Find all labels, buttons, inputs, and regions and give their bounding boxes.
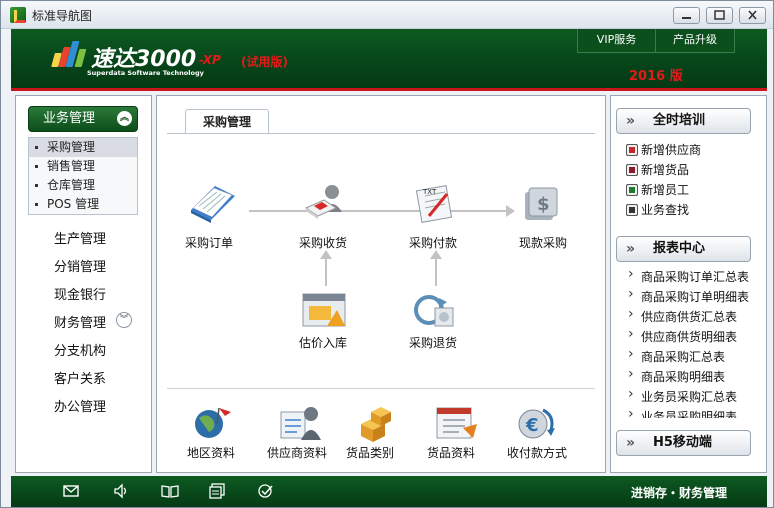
product-upgrade-button[interactable]: 产品升级: [656, 29, 734, 52]
purchase-payment-icon[interactable]: TXT: [411, 182, 457, 223]
minimize-icon: [682, 17, 691, 19]
reports-list: 商品采购订单汇总表 商品采购订单明细表 供应商供货汇总表 供应商供货明细表 商品…: [611, 266, 766, 418]
shortcut-label-goods-data[interactable]: 货品资料: [411, 444, 491, 461]
supplier-data-icon[interactable]: [277, 402, 323, 442]
sidebar-sub-item-warehouse[interactable]: 仓库管理: [29, 176, 137, 195]
flow-arrow-up-2: [430, 250, 442, 286]
report-link[interactable]: 商品采购汇总表: [626, 346, 725, 365]
vip-service-button[interactable]: VIP服务: [578, 29, 656, 52]
flow-label-purchase-return[interactable]: 采购退货: [393, 334, 473, 351]
title-bar: 标准导航图: [1, 1, 773, 29]
link-add-supplier[interactable]: 新增供应商: [626, 141, 701, 158]
mail-icon[interactable]: [63, 483, 79, 499]
header-button-group: VIP服务 产品升级: [577, 29, 735, 53]
report-link[interactable]: 商品采购订单汇总表: [626, 266, 749, 285]
speaker-icon[interactable]: [113, 483, 129, 499]
sidebar-item-finance[interactable]: 财务管理: [54, 312, 106, 331]
book-icon[interactable]: [161, 483, 179, 499]
svg-text:$: $: [537, 194, 550, 215]
sidebar-sub-item-purchase[interactable]: 采购管理: [29, 138, 137, 157]
svg-text:TXT: TXT: [422, 188, 437, 196]
goods-category-icon[interactable]: [353, 402, 399, 442]
check-icon[interactable]: [257, 483, 273, 499]
region-data-icon[interactable]: [187, 402, 233, 442]
close-button[interactable]: [739, 7, 766, 24]
window-title: 标准导航图: [32, 9, 93, 23]
shortcut-label-supplier[interactable]: 供应商资料: [257, 444, 337, 461]
close-icon: [748, 10, 757, 20]
sidebar-sub-item-sales[interactable]: 销售管理: [29, 157, 137, 176]
app-logo-icon: [10, 7, 26, 23]
purchase-receive-icon[interactable]: [300, 182, 346, 222]
sidebar-item-office[interactable]: 办公管理: [54, 396, 106, 415]
report-link[interactable]: 供应商供货明细表: [626, 326, 737, 345]
report-link[interactable]: 供应商供货汇总表: [626, 306, 737, 325]
flow-arrow-main: [249, 205, 515, 217]
shortcut-label-region[interactable]: 地区资料: [171, 444, 251, 461]
maximize-icon: [714, 10, 725, 20]
sidebar-item-branches[interactable]: 分支机构: [54, 340, 106, 359]
sidebar-group-label: 业务管理: [43, 111, 96, 126]
link-add-goods[interactable]: 新增货品: [626, 161, 689, 178]
link-business-search[interactable]: 业务查找: [626, 201, 689, 218]
app-header: 速达3000 -XP (试用版) Superdata Software Tech…: [11, 29, 767, 91]
maximize-button[interactable]: [706, 7, 733, 24]
flow-label-cash-purchase[interactable]: 现款采购: [503, 234, 583, 251]
footer-product-text: 进销存・财务管理: [631, 486, 728, 500]
flow-arrow-up-1: [320, 250, 332, 286]
report-link[interactable]: 业务员采购明细表: [626, 406, 737, 418]
chevron-down-icon[interactable]: ︾: [116, 312, 132, 328]
window-icon[interactable]: [209, 483, 225, 499]
section-divider: [167, 388, 595, 389]
flow-label-purchase-order[interactable]: 采购订单: [169, 234, 249, 251]
reports-header[interactable]: 报表中心: [616, 236, 751, 262]
shortcut-label-payment-method[interactable]: 收付款方式: [497, 444, 577, 461]
tab-purchase[interactable]: 采购管理: [185, 109, 269, 134]
right-panel: 全时培训 新增供应商 新增货品 新增员工 业务查找 报表中心 商品采购订单汇总表…: [610, 95, 767, 473]
sidebar-item-crm[interactable]: 客户关系: [54, 368, 106, 387]
valuation-stockin-icon[interactable]: [301, 290, 347, 330]
report-link[interactable]: 商品采购明细表: [626, 366, 725, 385]
sidebar-item-distribution[interactable]: 分销管理: [54, 256, 106, 275]
sidebar: 业务管理 ︽ 采购管理 销售管理 仓库管理 POS 管理 生产管理 分销管理 现…: [15, 95, 152, 473]
report-link[interactable]: 商品采购订单明细表: [626, 286, 749, 305]
sidebar-submenu: 采购管理 销售管理 仓库管理 POS 管理: [28, 137, 138, 215]
training-header[interactable]: 全时培训: [616, 108, 751, 134]
app-window: 标准导航图 速达3000 -XP (试用版) Superdata Softwar…: [0, 0, 774, 508]
svg-text:€: €: [525, 415, 539, 436]
sidebar-sub-item-pos[interactable]: POS 管理: [29, 195, 137, 214]
brand-logo-icon: [51, 41, 87, 67]
footer-bar: 进销存・财务管理: [11, 476, 767, 507]
shortcut-label-goods-category[interactable]: 货品类别: [330, 444, 410, 461]
h5-mobile-header[interactable]: H5移动端: [616, 430, 751, 456]
goods-data-icon[interactable]: [433, 402, 479, 442]
payment-method-icon[interactable]: €: [513, 402, 559, 442]
flow-label-purchase-receive[interactable]: 采购收货: [283, 234, 363, 251]
main-panel: 采购管理 采购订单 采购收货 TXT 采购付款 $ 现款采购 估价入库 采购退货…: [156, 95, 606, 473]
minimize-button[interactable]: [673, 7, 700, 24]
trial-label: (试用版): [241, 55, 288, 69]
flow-label-valuation-stockin[interactable]: 估价入库: [283, 334, 363, 351]
sidebar-group-business[interactable]: 业务管理 ︽: [28, 106, 138, 132]
sidebar-item-cash-bank[interactable]: 现金银行: [54, 284, 106, 303]
chevron-up-icon[interactable]: ︽: [117, 111, 132, 126]
cash-purchase-icon[interactable]: $: [519, 182, 565, 222]
brand-subtitle: Superdata Software Technology: [87, 69, 204, 77]
sidebar-item-production[interactable]: 生产管理: [54, 228, 106, 247]
purchase-return-icon[interactable]: [411, 290, 457, 330]
purchase-order-icon[interactable]: [187, 182, 235, 223]
tab-divider: [167, 133, 595, 134]
brand-suffix: -XP: [199, 53, 221, 67]
report-link[interactable]: 业务员采购汇总表: [626, 386, 737, 405]
flow-label-purchase-payment[interactable]: 采购付款: [393, 234, 473, 251]
link-add-employee[interactable]: 新增员工: [626, 181, 689, 198]
edition-label: 2016 版: [629, 69, 683, 84]
